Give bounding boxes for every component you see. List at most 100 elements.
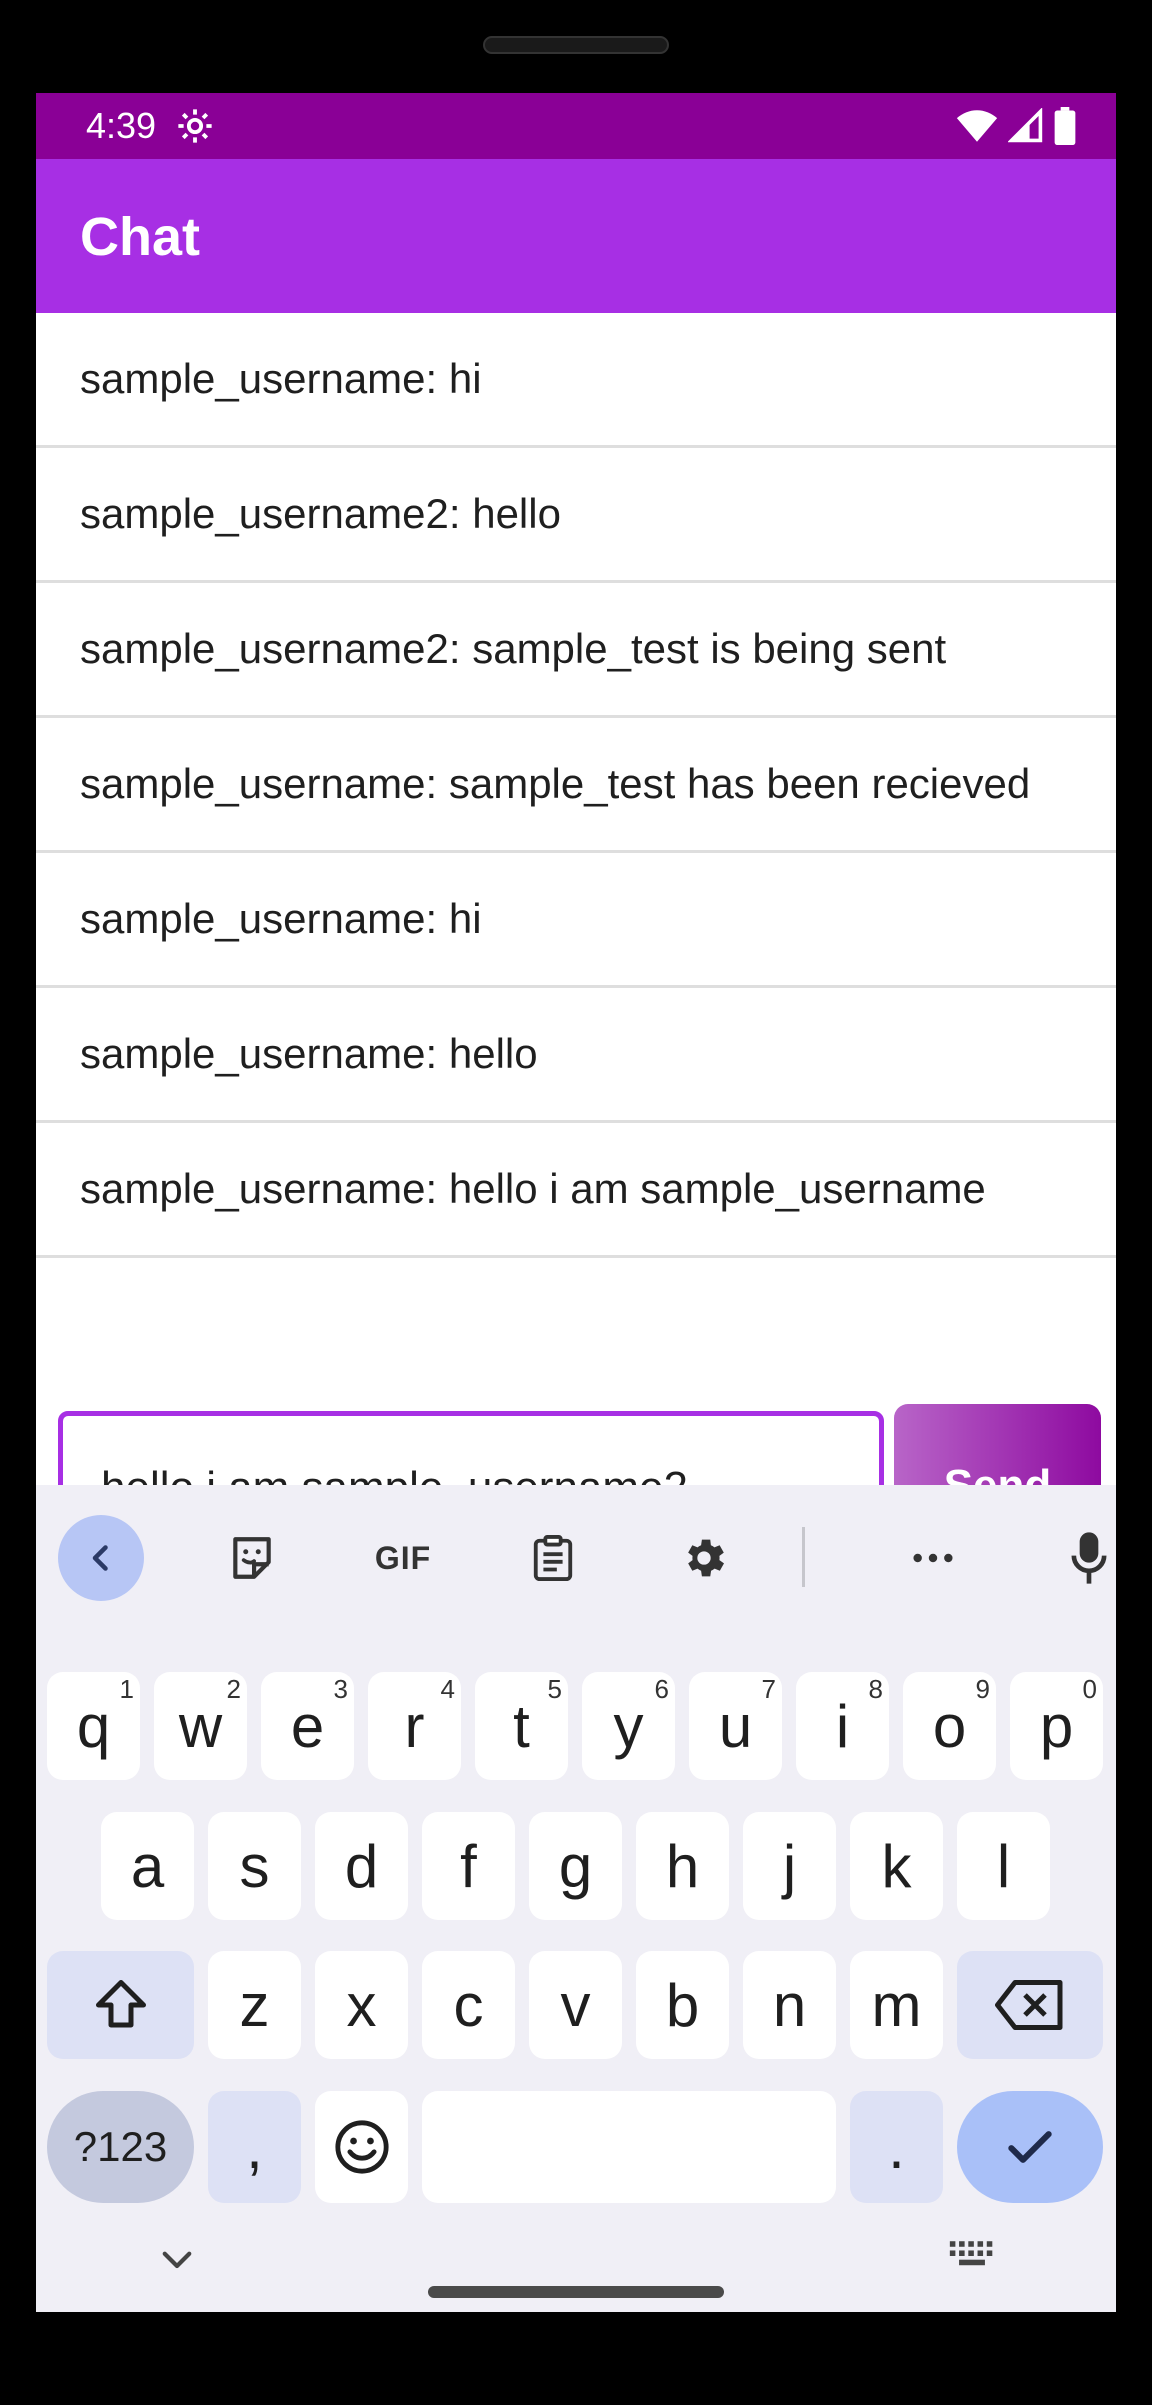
key-q[interactable]: q1 [47,1672,140,1780]
checkmark-icon [1008,2131,1052,2163]
screen: 4:39 Chat sample_username: hi sample_use… [36,93,1116,2312]
key-label: h [665,1832,700,1900]
backspace-icon [995,1980,1063,2030]
message-text: sample_username2: hello [80,490,561,537]
key-hint: 2 [226,1674,241,1704]
home-indicator[interactable] [428,2286,724,2298]
key-v[interactable]: v [529,1951,622,2059]
comma-key[interactable]: , [208,2091,301,2203]
keyboard-nav-bar [36,2210,1116,2312]
key-label: e [290,1692,325,1760]
key-label: g [558,1832,593,1900]
message-item[interactable]: sample_username2: hello [36,448,1116,583]
key-m[interactable]: m [850,1951,943,2059]
key-z[interactable]: z [208,1951,301,2059]
gif-label: GIF [374,1539,432,1576]
shift-icon [95,1980,146,2028]
key-u[interactable]: u7 [689,1672,782,1780]
key-g[interactable]: g [529,1812,622,1920]
message-text: sample_username: hi [80,895,482,942]
key-hint: 1 [119,1674,134,1704]
message-text: sample_username: hi [80,355,482,402]
key-l[interactable]: l [957,1812,1050,1920]
key-label: r [404,1692,425,1760]
key-w[interactable]: w2 [154,1672,247,1780]
key-t[interactable]: t5 [475,1672,568,1780]
gif-icon[interactable]: GIF [360,1515,446,1601]
key-label: q [76,1692,111,1760]
key-label: u [718,1692,753,1760]
key-label: d [344,1832,379,1900]
key-label: b [665,1971,700,2039]
key-y[interactable]: y6 [582,1672,675,1780]
key-label: ?123 [73,2123,168,2170]
message-list[interactable]: sample_username: hi sample_username2: he… [36,313,1116,1349]
key-r[interactable]: r4 [368,1672,461,1780]
key-x[interactable]: x [315,1951,408,2059]
key-b[interactable]: b [636,1951,729,2059]
toolbar-divider [802,1527,805,1587]
key-label: i [835,1692,850,1760]
key-label: . [888,2113,905,2181]
key-e[interactable]: e3 [261,1672,354,1780]
settings-gear-icon[interactable] [661,1515,747,1601]
space-key[interactable] [422,2091,836,2203]
key-label: m [871,1971,922,2039]
page-title: Chat [80,207,200,267]
clipboard-icon[interactable] [510,1515,596,1601]
key-label: l [996,1832,1011,1900]
sticker-icon[interactable] [209,1515,295,1601]
key-hint: 8 [868,1674,883,1704]
emoji-key[interactable] [315,2091,408,2203]
key-label: z [239,1971,270,2039]
message-item[interactable]: sample_username: hi [36,313,1116,448]
settings-status-icon [178,109,212,143]
battery-icon [1054,107,1076,145]
key-i[interactable]: i8 [796,1672,889,1780]
symbols-key[interactable]: ?123 [47,2091,194,2203]
app-bar: Chat [36,159,1116,313]
key-hint: 5 [547,1674,562,1704]
message-item[interactable]: sample_username: hi [36,853,1116,988]
more-icon[interactable] [890,1515,976,1601]
message-item[interactable]: sample_username: hello [36,988,1116,1123]
message-item[interactable]: sample_username: sample_test has been re… [36,718,1116,853]
key-label: w [178,1692,223,1760]
key-k[interactable]: k [850,1812,943,1920]
key-label: y [613,1692,644,1760]
shift-key[interactable] [47,1951,194,2059]
key-j[interactable]: j [743,1812,836,1920]
key-f[interactable]: f [422,1812,515,1920]
message-item[interactable]: sample_username2: sample_test is being s… [36,583,1116,718]
message-text: sample_username: sample_test has been re… [80,760,1031,807]
phone-frame: 4:39 Chat sample_username: hi sample_use… [0,0,1152,2405]
status-indicators [956,105,1076,147]
enter-key[interactable] [957,2091,1103,2203]
phone-speaker [483,36,669,54]
key-hint: 3 [333,1674,348,1704]
key-a[interactable]: a [101,1812,194,1920]
key-label: p [1039,1692,1074,1760]
wifi-icon [956,110,998,142]
key-hint: 7 [761,1674,776,1704]
soft-keyboard: GIF q 1 w 2 e 3 r 4 t 5 y 6 u 7 i 8 o 9 … [36,1485,1116,2312]
key-s[interactable]: s [208,1812,301,1920]
chevron-down-icon[interactable] [156,2238,198,2280]
key-label: , [246,2113,263,2181]
key-h[interactable]: h [636,1812,729,1920]
message-item[interactable]: sample_username: hello i am sample_usern… [36,1123,1116,1258]
microphone-icon[interactable] [1046,1515,1116,1601]
period-key[interactable]: . [850,2091,943,2203]
key-label: c [453,1971,484,2039]
key-label: n [772,1971,807,2039]
key-n[interactable]: n [743,1951,836,2059]
key-o[interactable]: o9 [903,1672,996,1780]
key-label: f [460,1832,477,1900]
back-chevron-icon[interactable] [58,1515,144,1601]
key-d[interactable]: d [315,1812,408,1920]
key-p[interactable]: p0 [1010,1672,1103,1780]
key-label: s [239,1832,270,1900]
keyboard-switch-icon[interactable] [948,2238,996,2274]
backspace-key[interactable] [957,1951,1103,2059]
key-c[interactable]: c [422,1951,515,2059]
